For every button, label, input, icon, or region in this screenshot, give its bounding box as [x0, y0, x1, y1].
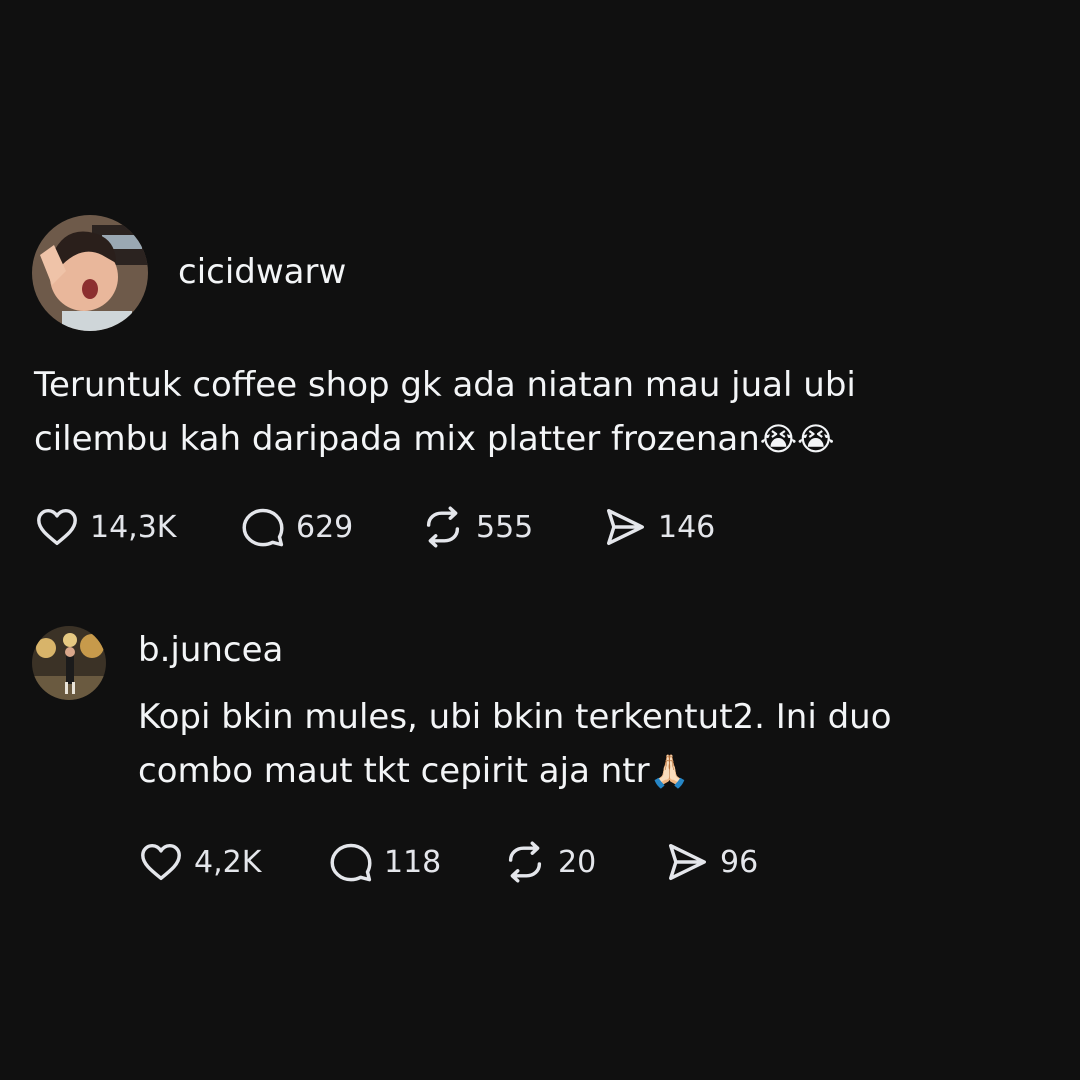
send-icon: [606, 508, 644, 546]
post-text-line-2: cilembu kah daripada mix platter frozena…: [34, 419, 760, 459]
comment-button[interactable]: 629: [240, 504, 353, 550]
reply-avatar[interactable]: [32, 626, 106, 700]
reply-text-line-1: Kopi bkin mules, ubi bkin terkentut2. In…: [138, 697, 892, 737]
post-text-line-2-wrap: cilembu kah daripada mix platter frozena…: [34, 412, 835, 466]
comment-count: 629: [296, 509, 354, 545]
reply-repost-count: 20: [558, 844, 597, 880]
reply-like-button[interactable]: 4,2K: [138, 839, 261, 885]
like-count: 14,3K: [90, 509, 177, 545]
share-button[interactable]: 146: [602, 504, 715, 550]
post-text-line-1: Teruntuk coffee shop gk ada niatan mau j…: [34, 365, 856, 405]
reply-repost-button[interactable]: 20: [502, 839, 596, 885]
reply-share-button[interactable]: 96: [664, 839, 758, 885]
heart-icon: [141, 843, 181, 881]
like-button[interactable]: 14,3K: [34, 504, 176, 550]
reply-comment-button[interactable]: 118: [328, 839, 441, 885]
pray-emoji: 🙏🏻: [649, 752, 690, 790]
send-icon: [668, 843, 706, 881]
reply-comment-count: 118: [384, 844, 442, 880]
reply-text-line-2: combo maut tkt cepirit aja ntr: [138, 751, 650, 791]
heart-icon: [37, 508, 77, 546]
repost-icon: [426, 506, 460, 548]
reply-like-count: 4,2K: [194, 844, 262, 880]
reply-text-line-2-wrap: combo maut tkt cepirit aja ntr🙏🏻: [138, 744, 689, 798]
comment-icon: [330, 843, 372, 882]
post-avatar[interactable]: [32, 215, 148, 331]
repost-count: 555: [476, 509, 534, 545]
reply-username[interactable]: b.juncea: [138, 630, 283, 670]
comment-icon: [242, 508, 284, 547]
repost-button[interactable]: 555: [420, 504, 533, 550]
repost-icon: [508, 841, 542, 883]
share-count: 146: [658, 509, 716, 545]
post-username[interactable]: cicidwarw: [178, 252, 346, 292]
reply-share-count: 96: [720, 844, 759, 880]
crying-emoji: 😭😭: [759, 420, 835, 458]
